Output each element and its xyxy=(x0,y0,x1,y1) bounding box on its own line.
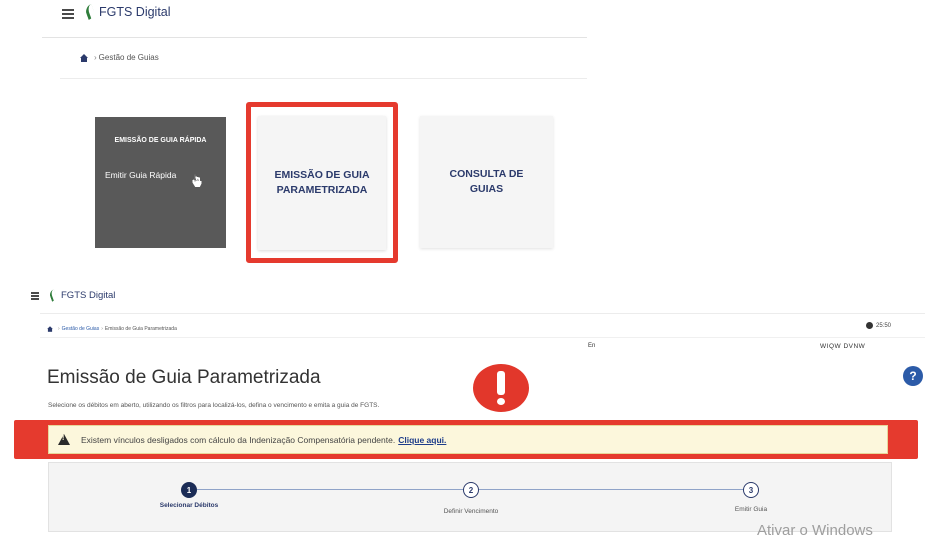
breadcrumb-divider xyxy=(60,78,587,79)
card-emissao-parametrizada-inner: EMISSÃO DE GUIA PARAMETRIZADA xyxy=(258,115,386,250)
clique-aqui-link[interactable]: Clique aqui. xyxy=(398,435,446,445)
en-text: En xyxy=(588,343,596,349)
header-info-text: WIQW DVNW xyxy=(820,343,866,350)
lower-header: FGTS Digital xyxy=(0,285,941,309)
breadcrumb-divider xyxy=(40,337,925,338)
step-connector xyxy=(197,489,463,490)
page-subtitle: Selecione os débitos em aberto, utilizan… xyxy=(48,402,380,409)
card-consulta-guias-title: CONSULTA DE GUIAS xyxy=(449,168,524,195)
step-2-label: Definir Vencimento xyxy=(443,508,499,515)
brand-name: FGTS Digital xyxy=(99,5,171,19)
fgts-leaf-icon xyxy=(83,4,97,20)
step-1-circle[interactable]: 1 xyxy=(181,482,197,498)
header-divider xyxy=(42,37,587,38)
hamburger-icon[interactable] xyxy=(62,9,74,21)
step-connector xyxy=(479,489,743,490)
windows-activation-watermark: Ativar o Windows xyxy=(757,522,873,539)
home-icon[interactable] xyxy=(47,326,53,332)
clock-icon xyxy=(866,322,873,329)
step-1-label: Selecionar Débitos xyxy=(159,502,219,509)
exclamation-alert-icon xyxy=(473,364,529,412)
session-timer: 25:50 xyxy=(866,322,891,329)
step-3-circle[interactable]: 3 xyxy=(743,482,759,498)
brand[interactable]: FGTS Digital xyxy=(83,4,171,20)
hand-cursor-icon xyxy=(192,174,202,187)
brand-name: FGTS Digital xyxy=(61,290,116,301)
emitir-guia-rapida-link[interactable]: Emitir Guia Rápida xyxy=(105,170,176,180)
home-icon[interactable] xyxy=(80,53,88,62)
breadcrumb: › Gestão de Guias › Emissão de Guia Para… xyxy=(46,325,177,333)
breadcrumb-item-current: Emissão de Guia Parametrizada xyxy=(104,326,177,332)
step-3-label: Emitir Guia xyxy=(734,506,768,513)
step-2-circle[interactable]: 2 xyxy=(463,482,479,498)
question-icon[interactable]: ? xyxy=(903,366,923,386)
page-title: Emissão de Guia Parametrizada xyxy=(47,367,321,388)
breadcrumb-item-gestao[interactable]: Gestão de Guias xyxy=(99,53,159,62)
warning-icon xyxy=(58,434,70,445)
warning-text: Existem vínculos desligados com cálculo … xyxy=(81,434,396,445)
card-emissao-parametrizada[interactable]: EMISSÃO DE GUIA PARAMETRIZADA xyxy=(246,102,398,263)
breadcrumb-item-gestao[interactable]: Gestão de Guias xyxy=(62,326,100,332)
card-emissao-rapida[interactable]: EMISSÃO DE GUIA RÁPIDA Emitir Guia Rápid… xyxy=(95,117,226,248)
breadcrumb: › Gestão de Guias xyxy=(80,53,159,62)
card-consulta-guias[interactable]: CONSULTA DE GUIAS xyxy=(420,116,553,248)
header-divider xyxy=(40,313,925,314)
fgts-leaf-icon xyxy=(48,289,58,302)
hamburger-icon[interactable] xyxy=(31,292,39,300)
card-emissao-parametrizada-title: EMISSÃO DE GUIA PARAMETRIZADA xyxy=(274,168,370,196)
session-time: 25:50 xyxy=(876,322,892,329)
brand[interactable]: FGTS Digital xyxy=(48,289,116,302)
card-emissao-rapida-title: EMISSÃO DE GUIA RÁPIDA xyxy=(114,137,207,144)
warning-banner: Existem vínculos desligados com cálculo … xyxy=(48,425,888,454)
